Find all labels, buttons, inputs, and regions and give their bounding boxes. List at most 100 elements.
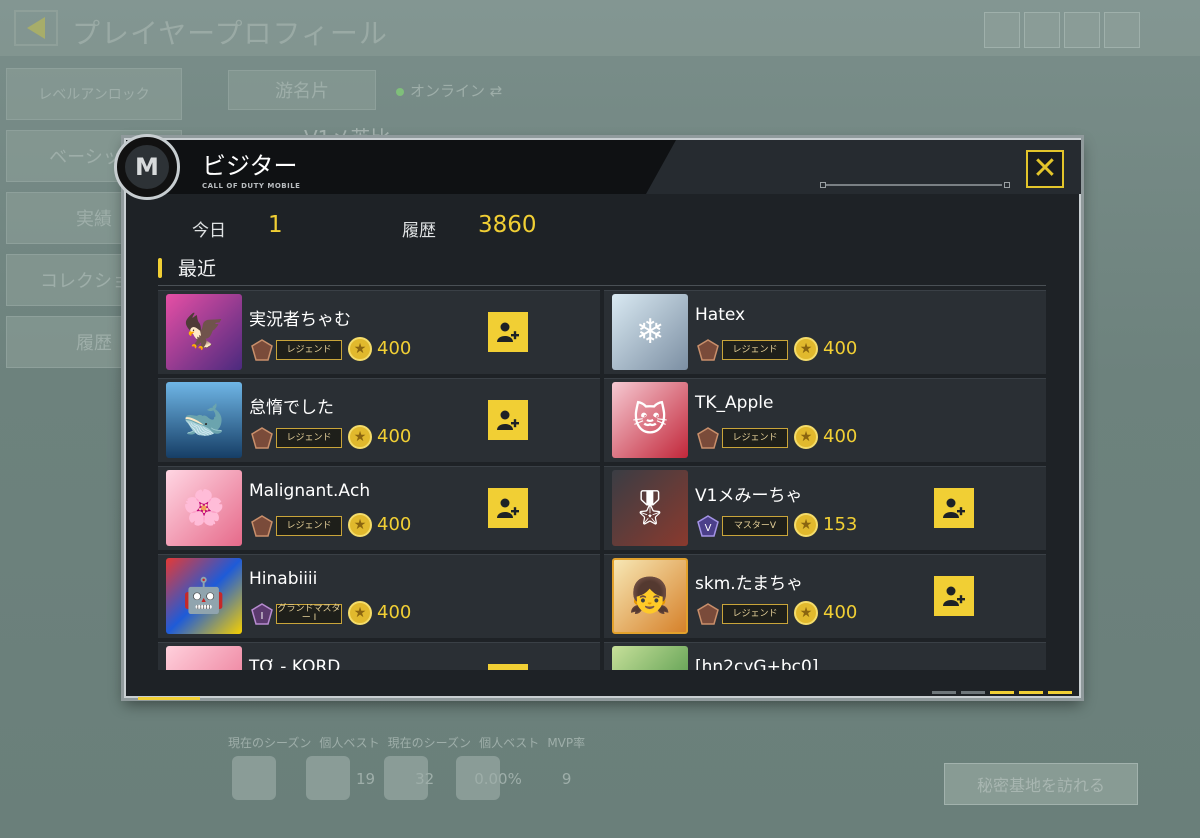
svg-text:V: V [705,523,712,534]
svg-text:I: I [261,611,264,622]
visitor-name: Hinabiiii [249,569,318,589]
pink-hair-avatar-icon[interactable]: 🌸 [166,470,242,546]
page-title: プレイヤープロフィール [72,17,388,50]
today-label: 今日 [192,221,226,241]
stat-label: 個人ベスト [479,736,540,750]
add-friend-button[interactable] [488,488,528,528]
visitor-name: Malignant.Aсh [249,481,371,501]
stat-label: 現在のシーズン [228,736,312,750]
visitor-row[interactable]: ❄ Hatex レジェンド ★ 400 [604,290,1046,374]
rank-points-icon: ★ [794,337,818,361]
close-button[interactable]: ✕ [1026,150,1064,188]
history-label: 履歴 [402,221,436,241]
cod-logo-icon: M [114,134,180,200]
rank-points: 400 [377,338,412,359]
visitor-row[interactable]: 🐱 TK_Apple レジェンド ★ 400 [604,378,1046,462]
stat-label: MVP率 [547,736,586,750]
legend-rank-icon [695,602,721,626]
stat-label: 個人ベスト [319,736,380,750]
visitor-row[interactable]: 👧 skm.たまちゃ レジェンド ★ 400 [604,554,1046,638]
visitor-name: V1メみーちゃ [695,486,803,506]
orca-avatar-icon[interactable]: 🐋 [166,382,242,458]
stat-values: 19 32 0.00% 9 [356,770,571,788]
grandmaster-rank-icon: I [249,602,275,626]
visitor-list[interactable]: 🦅 実況者ちゃむ レジェンド ★ 400 ❄ Hatex レジェンド ★ 400… [158,290,1046,670]
add-friend-icon [497,410,519,430]
add-friend-button[interactable] [488,312,528,352]
online-status-label: オンライン [410,82,486,100]
emblem-icon[interactable] [1024,12,1060,48]
side-menu-level-unlock[interactable]: レベルアンロック [6,68,182,120]
add-friend-button[interactable] [488,664,528,670]
stat-label: 現在のシーズン [387,736,472,750]
visitor-row[interactable]: [hn2cyG+bc0] [604,642,1046,670]
season-emblem-icon [232,756,276,800]
add-friend-button[interactable] [488,400,528,440]
add-friend-button[interactable] [934,488,974,528]
rank-points: 400 [377,602,412,623]
recent-heading: 最近 [178,258,217,280]
rank-points: 400 [377,514,412,535]
back-button[interactable] [14,10,58,46]
rank-points-icon: ★ [794,601,818,625]
stat-value: 0.00% [474,770,522,788]
page-dot [961,691,985,694]
rank-points-icon: ★ [348,337,372,361]
visitor-name: [hn2cyG+bc0] [695,657,819,670]
rank-label: マスターⅤ [722,516,788,536]
visitor-name: 怠惰でした [249,398,334,418]
anime-girl-avatar-icon[interactable]: 👧 [612,558,688,634]
rank-points-icon: ★ [348,513,372,537]
eagle-avatar-icon[interactable]: 🦅 [166,294,242,370]
legend-rank-icon [249,338,275,362]
rank-points: 400 [823,338,858,359]
today-value: 1 [268,212,283,238]
rank-points-icon: ★ [794,425,818,449]
legend-rank-icon [695,426,721,450]
add-friend-icon [943,586,965,606]
visitor-row[interactable]: 🦅 実況者ちゃむ レジェンド ★ 400 [158,290,600,374]
name-card-button[interactable]: 游名片 [228,70,376,110]
rank-label: レジェンド [276,516,342,536]
legend-rank-icon [249,426,275,450]
visit-base-button[interactable]: 秘密基地を訪れる [944,763,1138,805]
visitor-row[interactable]: 🎖 V1メみーちゃ V マスターⅤ ★ 153 [604,466,1046,550]
close-x-icon: ✕ [1032,151,1058,186]
dialog-title: ビジター [202,152,298,180]
visitor-row[interactable]: 🌸 Malignant.Aсh レジェンド ★ 400 [158,466,600,550]
header-slider [820,182,1010,188]
recent-accent [158,258,162,278]
visitor-name: TK_Apple [695,393,774,413]
stat-value: 19 [356,770,376,788]
visitor-name: skm.たまちゃ [695,574,804,594]
back-arrow-icon [27,17,45,39]
cat-avatar-icon[interactable]: 🐱 [612,382,688,458]
soldier-icon[interactable] [1064,12,1100,48]
history-value: 3860 [478,212,537,238]
stat-labels: 現在のシーズン 個人ベスト 現在のシーズン 個人ベスト MVP率 [228,734,585,751]
weapon-icon[interactable] [1104,12,1140,48]
stat-value: 9 [561,770,572,788]
rank-points: 400 [823,602,858,623]
visitor-row[interactable]: 🤖 Hinabiiii I グランドマスター I ★ 400 [158,554,600,638]
divider [158,285,1046,286]
visitor-name: 実況者ちゃむ [249,310,351,330]
add-friend-button[interactable] [934,576,974,616]
gundam-avatar-icon[interactable]: 🤖 [166,558,242,634]
visitor-row[interactable]: 🐋 怠惰でした レジェンド ★ 400 [158,378,600,462]
frost-avatar-icon[interactable]: ❄ [612,294,688,370]
soldier-avatar-icon[interactable]: 🎖 [612,470,688,546]
profile-icon[interactable] [984,12,1020,48]
add-friend-icon [497,322,519,342]
rank-label: レジェンド [276,340,342,360]
visitor-row[interactable]: TƠ - KORD [158,642,600,670]
green-avatar-icon[interactable] [612,646,688,670]
rank-label: レジェンド [722,340,788,360]
add-friend-icon [497,498,519,518]
visitors-dialog: M ビジター CALL OF DUTY MOBILE ✕ 今日 1 履歴 386… [114,134,1081,700]
legend-rank-icon [695,338,721,362]
add-friend-icon [943,498,965,518]
pink-avatar-icon[interactable] [166,646,242,670]
rank-points-icon: ★ [348,601,372,625]
online-dot-icon [396,88,404,96]
